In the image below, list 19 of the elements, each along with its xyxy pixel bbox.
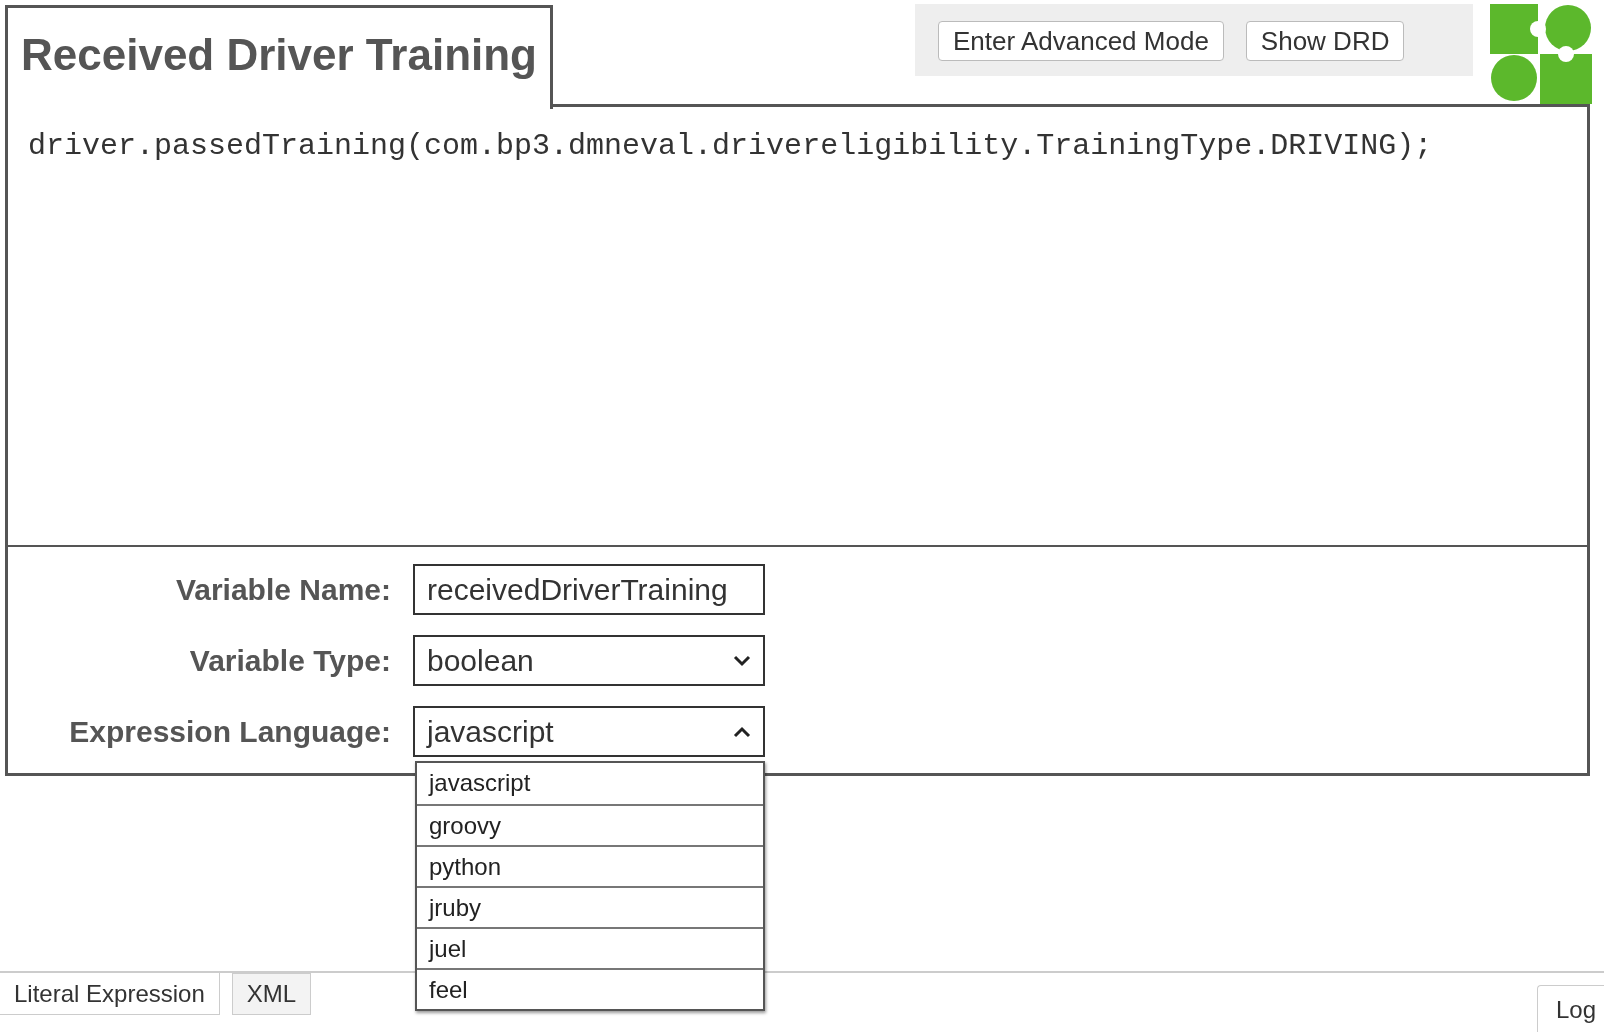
tab[interactable]: XML xyxy=(231,973,312,1015)
dropdown-option[interactable]: feel xyxy=(417,968,763,1009)
field-label: Variable Name: xyxy=(174,572,391,607)
dropdown-field[interactable]: boolean xyxy=(413,635,765,686)
code-editor[interactable]: driver.passedTraining(com.bp3.dmneval.drivereligibility.TrainingType.DRIVING); xyxy=(8,107,1587,547)
page-title: Received Driver Training xyxy=(5,5,553,109)
toolbar-button[interactable]: Show DRD xyxy=(1245,21,1405,61)
gears-logo-icon xyxy=(1490,4,1592,104)
dropdown-option[interactable]: jruby xyxy=(417,886,763,927)
tab[interactable]: Literal Expression xyxy=(0,973,220,1015)
field-label: Variable Type: xyxy=(188,643,391,678)
dropdown-option[interactable]: javascript xyxy=(417,763,763,804)
log-button[interactable]: Log xyxy=(1536,985,1604,1032)
dropdown-option[interactable]: python xyxy=(417,845,763,886)
dropdown-option[interactable]: juel xyxy=(417,927,763,968)
field-label: Expression Language: xyxy=(68,714,391,749)
dropdown-option[interactable]: groovy xyxy=(417,804,763,845)
toolbar-button[interactable]: Enter Advanced Mode xyxy=(938,21,1224,61)
text-field[interactable]: receivedDriverTraining xyxy=(413,564,765,615)
